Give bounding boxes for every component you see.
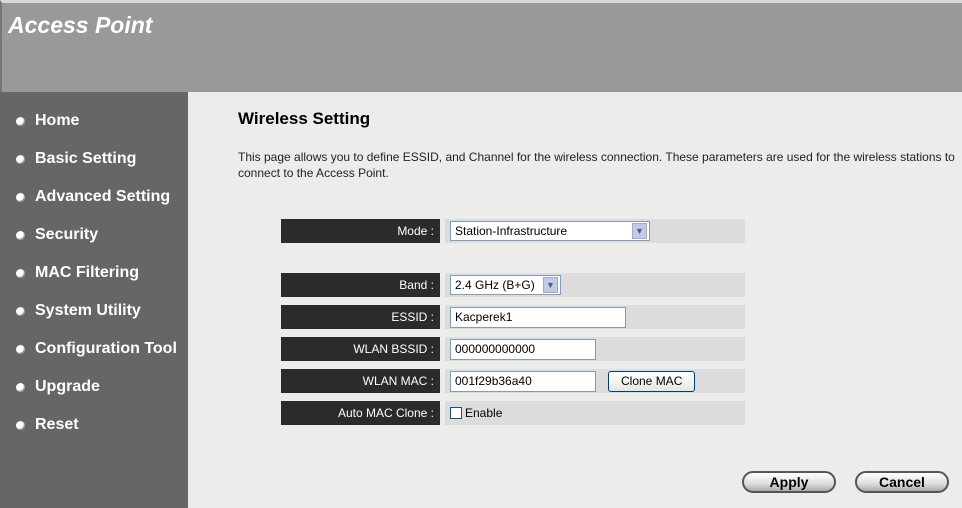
band-value: 2.4 GHz (B+G) (455, 278, 535, 292)
apply-button[interactable]: Apply (742, 471, 836, 493)
band-select[interactable]: 2.4 GHz (B+G) ▼ (450, 275, 561, 295)
bullet-icon (16, 268, 25, 278)
wlan-mac-label: WLAN MAC : (281, 369, 440, 393)
sidebar-item-label: Reset (35, 416, 79, 433)
sidebar-item-reset[interactable]: Reset (16, 416, 79, 434)
enable-label: Enable (465, 406, 503, 420)
sidebar-item-upgrade[interactable]: Upgrade (16, 378, 100, 396)
bssid-input[interactable]: 000000000000 (450, 338, 596, 360)
sidebar-item-basic-setting[interactable]: Basic Setting (16, 150, 136, 168)
bullet-icon (16, 154, 25, 164)
band-label: Band : (281, 273, 440, 297)
auto-mac-clone-row: Auto MAC Clone : Enable (281, 401, 745, 425)
auto-mac-clone-label: Auto MAC Clone : (281, 401, 440, 425)
sidebar: Home Basic Setting Advanced Setting Secu… (0, 92, 188, 508)
sidebar-item-home[interactable]: Home (16, 112, 79, 130)
bullet-icon (16, 382, 25, 392)
band-row: Band : 2.4 GHz (B+G) ▼ (281, 273, 745, 297)
essid-input[interactable]: Kacperek1 (450, 306, 626, 328)
sidebar-item-label: Configuration Tool (35, 340, 177, 357)
bullet-icon (16, 116, 25, 126)
bssid-label: WLAN BSSID : (281, 337, 440, 361)
cancel-button[interactable]: Cancel (855, 471, 949, 493)
essid-row: ESSID : Kacperek1 (281, 305, 745, 329)
mode-row: Mode : Station-Infrastructure ▼ (281, 219, 745, 243)
mode-label: Mode : (281, 219, 440, 243)
mode-value: Station-Infrastructure (455, 224, 568, 238)
sidebar-item-system-utility[interactable]: System Utility (16, 302, 141, 320)
essid-label: ESSID : (281, 305, 440, 329)
wlan-mac-row: WLAN MAC : 001f29b36a40 Clone MAC (281, 369, 745, 393)
main-content: Wireless Setting This page allows you to… (188, 92, 962, 508)
page-description: This page allows you to define ESSID, an… (238, 150, 955, 180)
sidebar-item-label: System Utility (35, 302, 141, 319)
mode-select[interactable]: Station-Infrastructure ▼ (450, 221, 650, 241)
bullet-icon (16, 420, 25, 430)
sidebar-item-label: Advanced Setting (35, 188, 171, 205)
sidebar-item-label: Basic Setting (35, 150, 137, 167)
sidebar-item-security[interactable]: Security (16, 226, 98, 244)
sidebar-item-label: MAC Filtering (35, 264, 139, 281)
chevron-down-icon: ▼ (632, 223, 647, 239)
bullet-icon (16, 344, 25, 354)
bullet-icon (16, 306, 25, 316)
header: Access Point (0, 0, 962, 92)
chevron-down-icon: ▼ (543, 277, 558, 293)
clone-mac-button[interactable]: Clone MAC (608, 370, 696, 392)
enable-checkbox[interactable] (450, 407, 462, 419)
sidebar-item-advanced-setting[interactable]: Advanced Setting (16, 188, 170, 206)
sidebar-item-configuration-tool[interactable]: Configuration Tool (16, 340, 177, 358)
bullet-icon (16, 192, 25, 202)
sidebar-item-label: Upgrade (35, 378, 100, 395)
sidebar-item-mac-filtering[interactable]: MAC Filtering (16, 264, 139, 282)
sidebar-item-label: Home (35, 112, 80, 129)
wlan-mac-input[interactable]: 001f29b36a40 (450, 370, 596, 392)
app-title: Access Point (8, 12, 153, 38)
page-title: Wireless Setting (238, 109, 371, 128)
sidebar-item-label: Security (35, 226, 99, 243)
bssid-row: WLAN BSSID : 000000000000 (281, 337, 745, 361)
bullet-icon (16, 230, 25, 240)
